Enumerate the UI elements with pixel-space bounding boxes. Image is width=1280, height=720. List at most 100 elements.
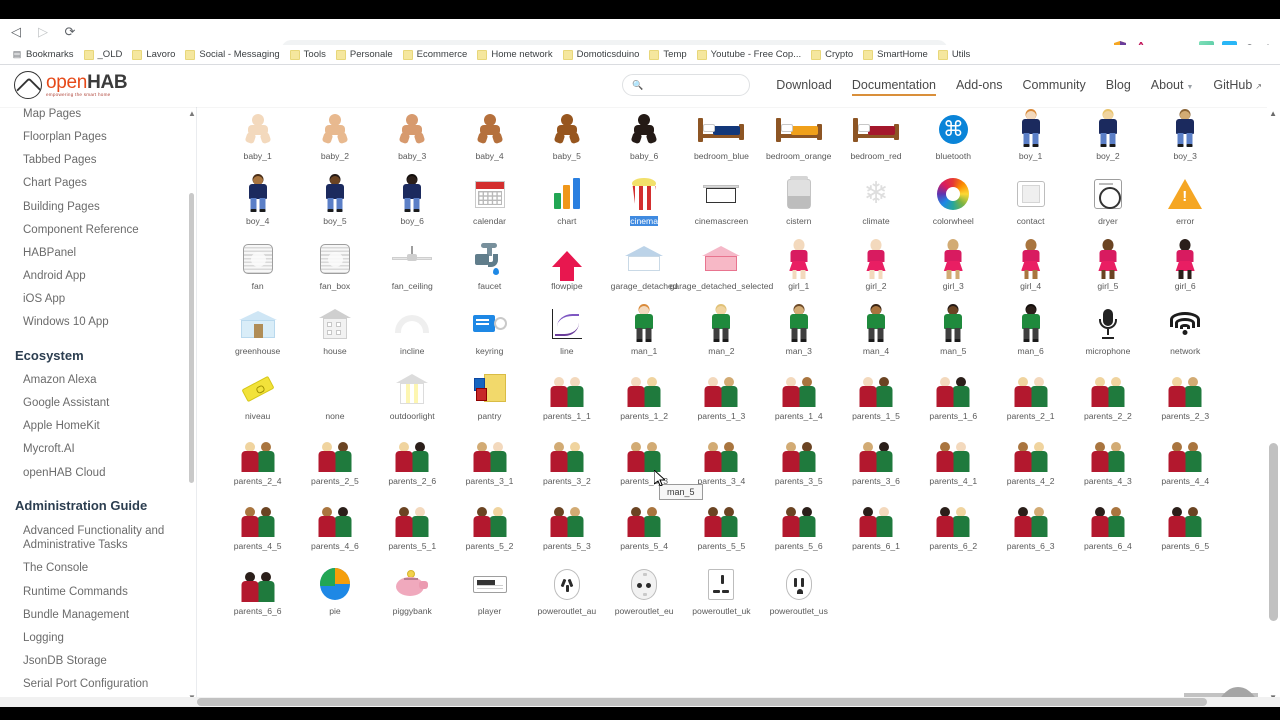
page-scroll-up-icon[interactable]: ▲ (1269, 109, 1277, 118)
sidebar-item-floorplan-pages[interactable]: Floorplan Pages (0, 126, 196, 149)
icon-cell[interactable]: dryer (1069, 168, 1146, 233)
icon-cell[interactable]: baby_2 (296, 103, 373, 168)
sidebar-scrollbar[interactable] (189, 193, 194, 483)
icon-cell[interactable]: parents_4_4 (1147, 428, 1224, 493)
icon-cell[interactable]: parents_1_5 (837, 363, 914, 428)
icon-cell[interactable]: parents_3_2 (528, 428, 605, 493)
bookmark-item[interactable]: ▤ Bookmarks (8, 45, 80, 64)
icon-cell[interactable]: man_6 (992, 298, 1069, 363)
icon-cell[interactable]: parents_2_6 (374, 428, 451, 493)
sidebar-item-amazon-alexa[interactable]: Amazon Alexa (0, 369, 196, 392)
icon-cell[interactable]: parents_3_1 (451, 428, 528, 493)
sidebar-item-google-assistant[interactable]: Google Assistant (0, 392, 196, 415)
bookmark-item[interactable]: Temp (645, 45, 692, 64)
icon-cell[interactable]: pantry (451, 363, 528, 428)
icon-cell[interactable]: parents_4_5 (219, 493, 296, 558)
bookmark-item[interactable]: _OLD (80, 45, 129, 64)
icon-cell[interactable]: parents_6_4 (1069, 493, 1146, 558)
bookmark-item[interactable]: Personale (332, 45, 399, 64)
icon-cell[interactable]: parents_5_3 (528, 493, 605, 558)
icon-cell[interactable]: boy_1 (992, 103, 1069, 168)
icon-cell[interactable]: parents_5_6 (760, 493, 837, 558)
icon-cell[interactable]: parents_1_6 (915, 363, 992, 428)
icon-cell[interactable]: pie (296, 558, 373, 623)
icon-cell[interactable]: boy_6 (374, 168, 451, 233)
sidebar-item-the-console[interactable]: The Console (0, 557, 196, 580)
sidebar-item-advanced-functionality-and-administrative-tasks[interactable]: Advanced Functionality and Administrativ… (0, 519, 196, 557)
openhab-logo[interactable]: openHAB empowering the smart home (14, 71, 128, 99)
sidebar-item-logging[interactable]: Logging (0, 627, 196, 650)
icon-cell[interactable]: network (1147, 298, 1224, 363)
icon-cell[interactable]: girl_6 (1147, 233, 1224, 298)
icon-cell[interactable]: parents_5_2 (451, 493, 528, 558)
icon-cell[interactable]: parents_2_2 (1069, 363, 1146, 428)
sidebar-item-building-pages[interactable]: Building Pages (0, 195, 196, 218)
nav-link-about[interactable]: About ▼ (1141, 74, 1204, 96)
icon-cell[interactable]: faucet (451, 233, 528, 298)
sidebar-item-component-reference[interactable]: Component Reference (0, 218, 196, 241)
icon-cell[interactable]: parents_4_1 (915, 428, 992, 493)
icon-cell[interactable]: poweroutlet_au (528, 558, 605, 623)
bookmark-item[interactable]: Lavoro (128, 45, 181, 64)
icon-cell[interactable]: man_3 (760, 298, 837, 363)
icon-cell[interactable]: parents_1_2 (605, 363, 682, 428)
icon-cell[interactable]: parents_6_6 (219, 558, 296, 623)
sidebar-item-mycroft-ai[interactable]: Mycroft.AI (0, 438, 196, 461)
sidebar-item-tabbed-pages[interactable]: Tabbed Pages (0, 149, 196, 172)
nav-link-blog[interactable]: Blog (1096, 74, 1141, 96)
nav-link-documentation[interactable]: Documentation (842, 74, 946, 96)
bookmark-item[interactable]: Home network (473, 45, 558, 64)
back-arrow-icon[interactable]: ◁ (5, 21, 27, 43)
icon-cell[interactable]: outdoorlight (374, 363, 451, 428)
icon-cell[interactable]: parents_2_1 (992, 363, 1069, 428)
bookmark-item[interactable]: Domoticsduino (559, 45, 646, 64)
icon-cell[interactable]: parents_6_2 (915, 493, 992, 558)
bookmark-item[interactable]: Tools (286, 45, 332, 64)
icon-cell[interactable]: poweroutlet_uk (683, 558, 760, 623)
icon-cell[interactable]: girl_3 (915, 233, 992, 298)
icon-cell[interactable]: parents_2_3 (1147, 363, 1224, 428)
icon-cell[interactable]: boy_2 (1069, 103, 1146, 168)
sidebar-scroll-up-icon[interactable]: ▲ (188, 109, 196, 118)
icon-cell[interactable]: error (1147, 168, 1224, 233)
sidebar-item-serial-port-configuration[interactable]: Serial Port Configuration (0, 673, 196, 696)
icon-cell[interactable]: man_2 (683, 298, 760, 363)
icon-cell[interactable]: ⌘ bluetooth (915, 103, 992, 168)
docs-sidebar[interactable]: Map Pages Floorplan Pages Tabbed Pages Char… (0, 103, 196, 707)
sidebar-item-windows-10-app[interactable]: Windows 10 App (0, 311, 196, 334)
bookmark-item[interactable]: Ecommerce (399, 45, 474, 64)
nav-link-download[interactable]: Download (766, 74, 842, 96)
sidebar-item-runtime-commands[interactable]: Runtime Commands (0, 580, 196, 603)
icon-cell[interactable]: incline (374, 298, 451, 363)
icon-cell[interactable]: parents_1_4 (760, 363, 837, 428)
sidebar-item-chart-pages[interactable]: Chart Pages (0, 172, 196, 195)
icon-cell[interactable]: cistern (760, 168, 837, 233)
nav-link-add-ons[interactable]: Add-ons (946, 74, 1013, 96)
icon-cell[interactable]: parents_1_3 (683, 363, 760, 428)
icon-cell[interactable]: parents_5_5 (683, 493, 760, 558)
icon-cell[interactable]: boy_3 (1147, 103, 1224, 168)
icon-cell[interactable]: bedroom_red (837, 103, 914, 168)
nav-link-github[interactable]: GitHub ↗ (1203, 74, 1272, 96)
icon-cell[interactable]: line (528, 298, 605, 363)
icon-cell[interactable]: chart (528, 168, 605, 233)
icon-cell[interactable]: girl_5 (1069, 233, 1146, 298)
icon-cell[interactable]: man_1 (605, 298, 682, 363)
icon-cell[interactable]: girl_1 (760, 233, 837, 298)
bookmark-item[interactable]: Social - Messaging (181, 45, 285, 64)
sidebar-item-jsondb-storage[interactable]: JsonDB Storage (0, 650, 196, 673)
sidebar-item-openhab-cloud[interactable]: openHAB Cloud (0, 461, 196, 484)
icon-cell[interactable]: girl_4 (992, 233, 1069, 298)
nav-link-community[interactable]: Community (1013, 74, 1096, 96)
icon-cell[interactable]: man_5 (915, 298, 992, 363)
icon-cell[interactable]: piggybank (374, 558, 451, 623)
icon-cell[interactable]: parents_4_2 (992, 428, 1069, 493)
icon-cell[interactable]: fan (219, 233, 296, 298)
icon-cell[interactable]: parents_1_1 (528, 363, 605, 428)
icon-cell[interactable]: poweroutlet_us (760, 558, 837, 623)
icon-cell[interactable]: boy_4 (219, 168, 296, 233)
bookmark-item[interactable]: Youtube - Free Cop... (693, 45, 807, 64)
icon-cell[interactable]: fan_box (296, 233, 373, 298)
icon-cell[interactable]: calendar (451, 168, 528, 233)
icon-cell[interactable]: niveau (219, 363, 296, 428)
